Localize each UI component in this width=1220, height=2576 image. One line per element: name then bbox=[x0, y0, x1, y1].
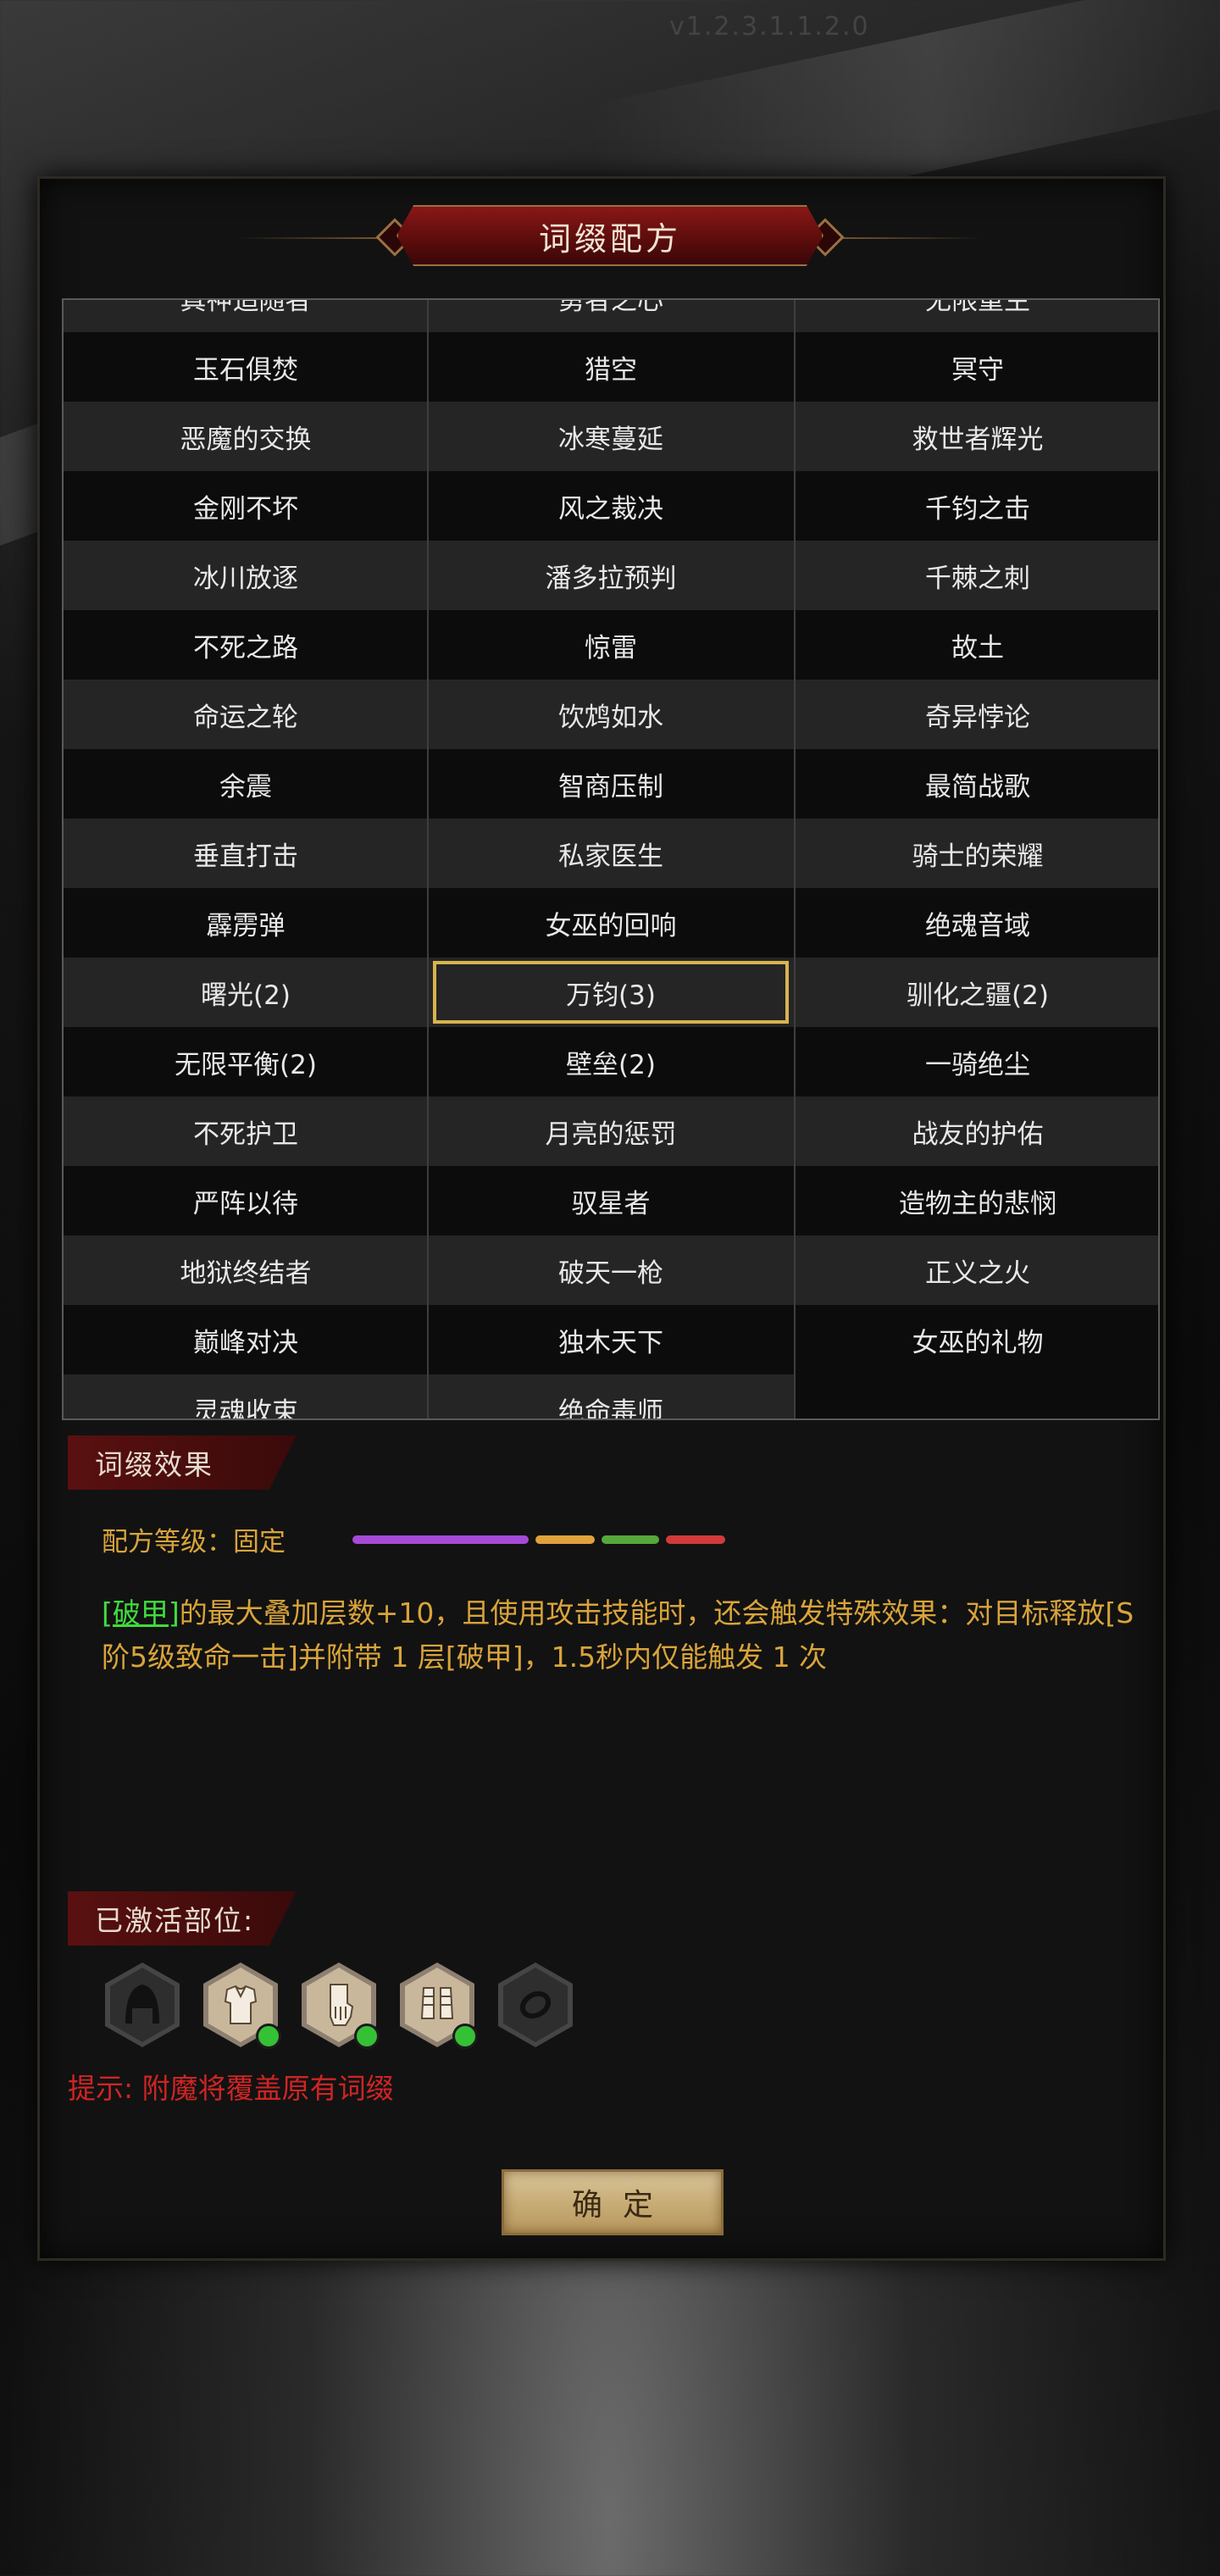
recipe-cell[interactable]: 破天一枪 bbox=[429, 1235, 793, 1305]
title-ornament-right bbox=[830, 237, 983, 239]
equipment-slot[interactable] bbox=[498, 1963, 573, 2047]
grade-bar-orange bbox=[535, 1535, 595, 1544]
helmet-icon bbox=[125, 1985, 159, 2024]
recipe-cell[interactable]: 最简战歌 bbox=[796, 749, 1158, 819]
recipe-cell[interactable]: 风之裁决 bbox=[429, 471, 793, 541]
effect-section-tag: 词缀效果 bbox=[68, 1435, 297, 1490]
recipe-cell[interactable]: 战友的护佑 bbox=[796, 1096, 1158, 1166]
recipe-cell[interactable]: 私家医生 bbox=[429, 819, 793, 888]
equipment-slot[interactable] bbox=[203, 1963, 281, 2049]
overwrite-hint: 提示: 附魔将覆盖原有词缀 bbox=[68, 2072, 394, 2105]
recipe-cell[interactable]: 不死之路 bbox=[64, 610, 428, 680]
recipe-cell[interactable]: 驭星者 bbox=[429, 1166, 793, 1235]
table-empty-area bbox=[796, 1374, 1158, 1418]
recipe-cell[interactable]: 千钧之击 bbox=[796, 471, 1158, 541]
version-label: v1.2.3.1.1.2.0 bbox=[669, 12, 870, 42]
recipe-cell[interactable]: 金刚不坏 bbox=[64, 471, 428, 541]
recipe-cell-selected[interactable]: 万钧(3) bbox=[433, 961, 789, 1024]
recipe-cell[interactable]: 骑士的荣耀 bbox=[796, 819, 1158, 888]
ring-icon bbox=[519, 1990, 552, 2019]
recipe-cell[interactable]: 猎空 bbox=[429, 332, 793, 402]
recipe-cell[interactable]: 真神追随者 bbox=[64, 300, 428, 332]
recipe-cell[interactable]: 曙光(2) bbox=[64, 958, 428, 1027]
recipe-cell[interactable]: 霹雳弹 bbox=[64, 888, 428, 958]
recipe-cell[interactable]: 正义之火 bbox=[796, 1235, 1158, 1305]
recipe-cell[interactable]: 冥守 bbox=[796, 332, 1158, 402]
recipe-cell[interactable]: 驯化之疆(2) bbox=[796, 958, 1158, 1027]
recipe-cell[interactable]: 惊雷 bbox=[429, 610, 793, 680]
active-indicator-dot bbox=[452, 2024, 478, 2049]
recipe-cell[interactable]: 不死护卫 bbox=[64, 1096, 428, 1166]
active-indicator-dot bbox=[256, 2024, 281, 2049]
recipe-cell[interactable]: 造物主的悲悯 bbox=[796, 1166, 1158, 1235]
effect-text: 的最大叠加层数+10，且使用攻击技能时，还会触发特殊效果：对目标释放[S阶5级致… bbox=[102, 1596, 1134, 1674]
recipe-cell[interactable]: 饮鸩如水 bbox=[429, 680, 793, 749]
recipe-cell[interactable]: 无限平衡(2) bbox=[64, 1027, 428, 1096]
equipment-slot[interactable] bbox=[302, 1963, 380, 2049]
recipe-cell[interactable]: 勇者之心 bbox=[429, 300, 793, 332]
title-ornament-left bbox=[237, 237, 390, 239]
recipe-cell[interactable]: 灵魂收束 bbox=[64, 1374, 428, 1419]
recipe-cell[interactable]: 奇异悖论 bbox=[796, 680, 1158, 749]
armor-break-link[interactable]: [破甲] bbox=[102, 1596, 180, 1629]
recipe-cell[interactable]: 独木天下 bbox=[429, 1305, 793, 1374]
recipe-cell[interactable]: 救世者辉光 bbox=[796, 402, 1158, 471]
recipe-cell[interactable]: 故土 bbox=[796, 610, 1158, 680]
recipe-cell[interactable]: 冰川放逐 bbox=[64, 541, 428, 610]
recipe-cell[interactable]: 绝命毒师 bbox=[429, 1374, 793, 1419]
recipe-cell[interactable]: 壁垒(2) bbox=[429, 1027, 793, 1096]
recipe-cell[interactable]: 玉石俱焚 bbox=[64, 332, 428, 402]
recipe-cell[interactable]: 潘多拉预判 bbox=[429, 541, 793, 610]
recipe-cell[interactable]: 严阵以待 bbox=[64, 1166, 428, 1235]
recipe-cell[interactable]: 女巫的回响 bbox=[429, 888, 793, 958]
recipe-cell[interactable]: 垂直打击 bbox=[64, 819, 428, 888]
recipe-cell[interactable]: 无限重生 bbox=[796, 300, 1158, 332]
recipe-cell[interactable]: 冰寒蔓延 bbox=[429, 402, 793, 471]
recipe-cell[interactable]: 月亮的惩罚 bbox=[429, 1096, 793, 1166]
recipe-cell[interactable]: 一骑绝尘 bbox=[796, 1027, 1158, 1096]
active-indicator-dot bbox=[354, 2024, 380, 2049]
recipe-cell[interactable]: 女巫的礼物 bbox=[796, 1305, 1158, 1374]
recipe-cell[interactable]: 恶魔的交换 bbox=[64, 402, 428, 471]
effect-description: [破甲]的最大叠加层数+10，且使用攻击技能时，还会触发特殊效果：对目标释放[S… bbox=[102, 1591, 1152, 1679]
recipe-cell[interactable]: 千棘之刺 bbox=[796, 541, 1158, 610]
recipe-grade-label: 配方等级：固定 bbox=[102, 1527, 286, 1557]
recipe-table[interactable]: 真神追随者 玉石俱焚 恶魔的交换 金刚不坏 冰川放逐 不死之路 命运之轮 余震 垂直打击 霹雳弹曙… bbox=[62, 298, 1160, 1420]
equipment-slot[interactable] bbox=[105, 1963, 180, 2047]
recipe-cell[interactable]: 智商压制 bbox=[429, 749, 793, 819]
title-bar: 词缀配方 bbox=[373, 205, 847, 266]
page-title: 词缀配方 bbox=[396, 205, 824, 266]
confirm-button[interactable]: 确定 bbox=[502, 2169, 724, 2235]
equipment-slot[interactable] bbox=[400, 1963, 478, 2049]
recipe-cell[interactable]: 巅峰对决 bbox=[64, 1305, 428, 1374]
recipe-cell[interactable]: 命运之轮 bbox=[64, 680, 428, 749]
activated-section-tag: 已激活部位: bbox=[68, 1891, 297, 1946]
recipe-cell[interactable]: 地狱终结者 bbox=[64, 1235, 428, 1305]
recipe-cell[interactable]: 余震 bbox=[64, 749, 428, 819]
recipe-cell[interactable]: 绝魂音域 bbox=[796, 888, 1158, 958]
grade-bar-green bbox=[602, 1535, 659, 1544]
grade-bar-red bbox=[666, 1535, 725, 1544]
grade-bar-purple bbox=[352, 1535, 529, 1544]
